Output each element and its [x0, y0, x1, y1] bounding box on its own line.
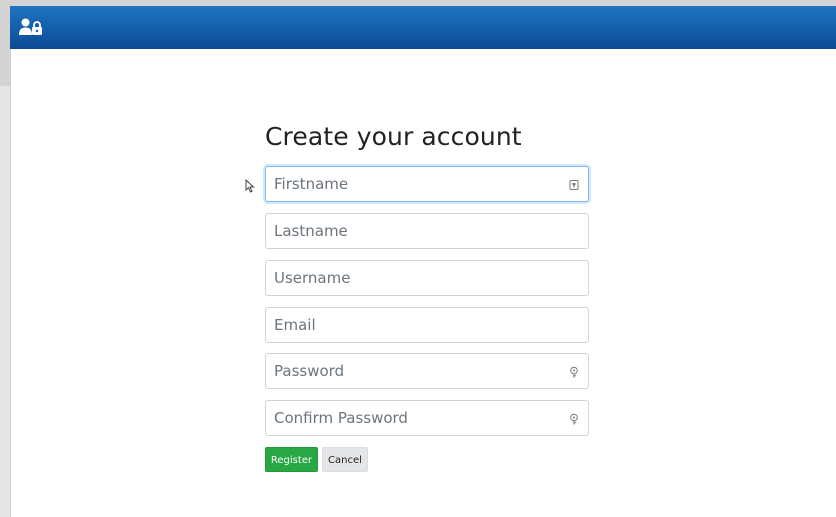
autofill-key-icon[interactable]: [569, 179, 579, 191]
password-input[interactable]: [266, 354, 588, 388]
page-title: Create your account: [265, 122, 522, 151]
left-edge-panel: [0, 6, 11, 517]
app-header-bar: [10, 6, 836, 49]
confirm-password-input[interactable]: [266, 401, 588, 435]
lastname-field[interactable]: [265, 213, 589, 249]
password-field[interactable]: [265, 353, 589, 389]
password-key-icon[interactable]: [569, 366, 579, 378]
email-input[interactable]: [266, 308, 588, 342]
username-input[interactable]: [266, 261, 588, 295]
screen: Create your account Firstname Lastname U…: [0, 0, 836, 517]
email-field[interactable]: [265, 307, 589, 343]
firstname-field[interactable]: [265, 166, 589, 202]
register-button[interactable]: Register: [265, 447, 318, 472]
left-edge-panel-upper: [0, 6, 10, 86]
password-key-icon[interactable]: [569, 413, 579, 425]
username-field[interactable]: [265, 260, 589, 296]
confirm-password-field[interactable]: [265, 400, 589, 436]
cancel-button[interactable]: Cancel: [322, 447, 368, 472]
user-lock-icon[interactable]: [19, 18, 45, 36]
firstname-input[interactable]: [266, 167, 588, 201]
mouse-pointer-icon: [245, 179, 255, 193]
lastname-input[interactable]: [266, 214, 588, 248]
